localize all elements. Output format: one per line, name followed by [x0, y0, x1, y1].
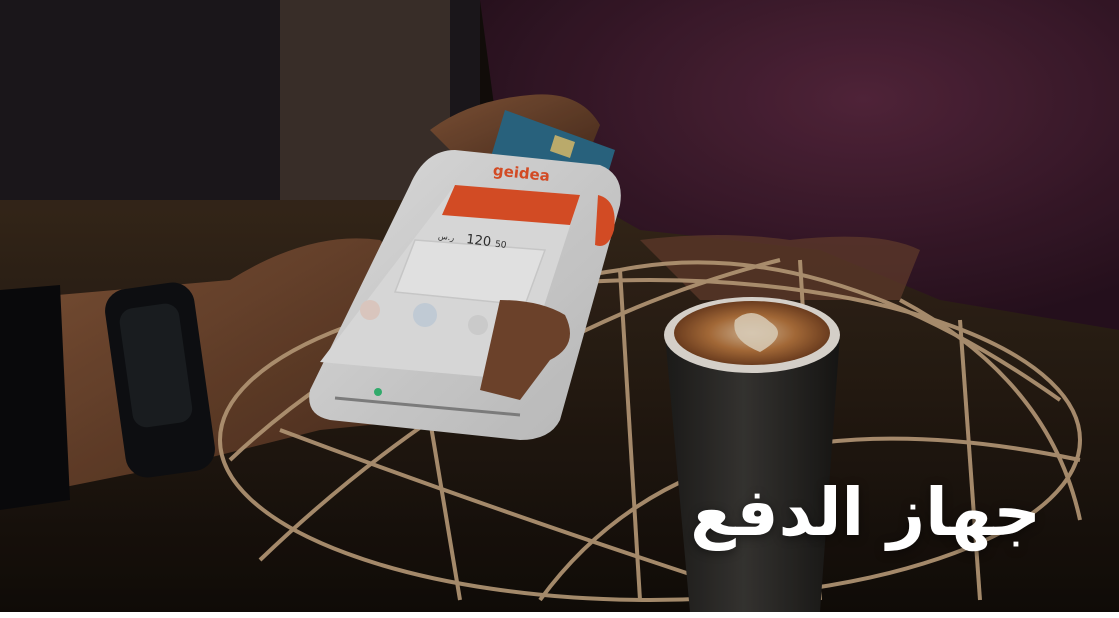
hero-image: geidea 120 50 ر.س جهاز الدفع	[0, 0, 1119, 612]
hero-title: جهاز الدفع	[690, 474, 1041, 551]
bottom-strip	[0, 612, 1119, 618]
